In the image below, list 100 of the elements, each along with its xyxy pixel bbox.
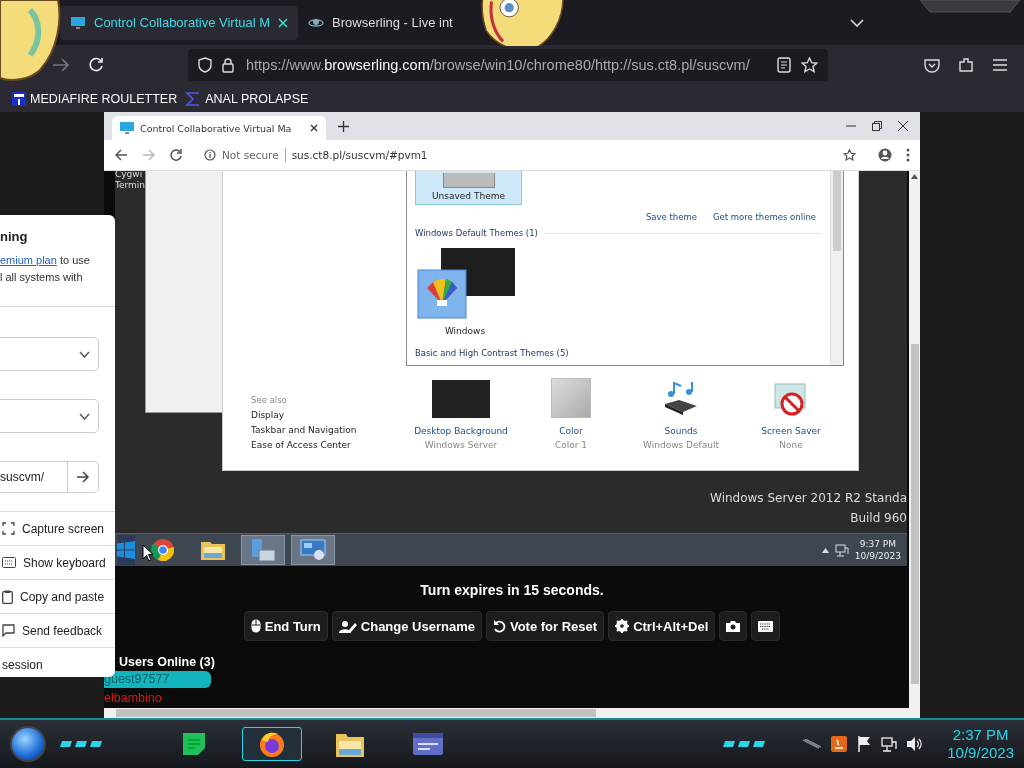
url-text: https://www.browserling.com/browse/win10/chrome80/http://sus.ct8.pl/suscvm/ xyxy=(246,57,750,73)
flag-icon[interactable] xyxy=(857,736,872,752)
desktop-icon-label[interactable]: Cygwi Termin xyxy=(115,171,145,191)
mouse-icon xyxy=(250,619,261,633)
setting-item[interactable]: Desktop Background Windows Server xyxy=(406,378,516,450)
firefox-icon xyxy=(258,730,286,758)
no-symbol-icon xyxy=(773,382,809,418)
url-text: sus.ct8.pl/suscvm/#pvm1 xyxy=(291,149,428,161)
start-orb-icon[interactable] xyxy=(10,726,46,762)
chevron-down-icon xyxy=(79,350,90,358)
scrollbar[interactable] xyxy=(830,171,843,365)
windows-logo-icon xyxy=(117,541,135,559)
user-edit-icon xyxy=(338,619,357,633)
taskbar-button[interactable] xyxy=(242,727,302,761)
undo-icon xyxy=(492,619,506,633)
theme-link[interactable]: Save theme xyxy=(645,212,697,222)
watermark-text: Build 960 xyxy=(850,511,907,525)
theme-tile[interactable]: Windows xyxy=(415,248,515,336)
mouse-cursor-icon xyxy=(142,544,154,562)
panel-menu-item[interactable]: Send feedback xyxy=(0,613,115,647)
chrome-icon xyxy=(151,538,175,562)
upgrade-text: emium plan to use l all systems with xyxy=(0,253,91,285)
scroll-up-icon[interactable] xyxy=(911,174,918,179)
group-heading: Windows Default Themes (1) xyxy=(415,228,538,238)
setting-item[interactable]: Color Color 1 xyxy=(516,378,626,450)
see-also-link[interactable]: Ease of Access Center xyxy=(251,440,406,450)
panel-menu-item[interactable]: Show keyboard xyxy=(0,545,115,579)
turn-status: Turn expires in 15 seconds. xyxy=(419,582,605,598)
see-also-link[interactable]: Taskbar and Navigation xyxy=(251,425,406,435)
camera-icon xyxy=(726,620,741,632)
server-manager-icon xyxy=(250,538,276,562)
watermark-text: Windows Server 2012 R2 Standa xyxy=(710,491,907,505)
reader-view-icon[interactable] xyxy=(777,57,791,73)
panel-menu-item[interactable]: Copy and paste xyxy=(0,579,115,613)
action-button[interactable]: End Turn xyxy=(243,611,328,641)
account-icon[interactable] xyxy=(878,148,892,162)
chevron-down-icon[interactable] xyxy=(850,18,864,27)
bookmark-link[interactable]: MEDIAFIRE ROULETTER xyxy=(12,91,178,106)
back-icon[interactable] xyxy=(114,149,128,161)
close-icon[interactable] xyxy=(898,121,908,131)
scrollbar[interactable] xyxy=(104,708,920,718)
folder-icon xyxy=(200,539,226,561)
lock-icon xyxy=(222,57,234,73)
more-icon[interactable] xyxy=(906,148,910,162)
premium-plan-link[interactable]: emium plan xyxy=(0,254,57,266)
new-tab-icon[interactable] xyxy=(338,120,349,132)
icon-button[interactable] xyxy=(751,611,781,641)
menu-icon[interactable] xyxy=(992,58,1008,72)
browser-tab[interactable]: Control Collaborative Virtual Ma xyxy=(112,116,326,140)
bookmark-link[interactable]: ANAL PROLAPSE xyxy=(185,91,309,106)
taskbar-clock[interactable]: 9:37 PM 10/9/2023 xyxy=(854,538,901,562)
browser-tab[interactable]: Browserling - Live int xyxy=(298,5,463,40)
chevron-down-icon xyxy=(79,412,90,420)
close-icon[interactable] xyxy=(310,124,318,132)
theme-link[interactable]: Get more themes online xyxy=(712,212,816,222)
reload-icon[interactable] xyxy=(170,149,182,161)
see-also-link[interactable]: Display xyxy=(251,410,406,420)
shield-icon xyxy=(198,57,212,73)
gear-icon xyxy=(615,619,630,633)
taskbar-clock[interactable]: 2:37 PM 10/9/2023 xyxy=(947,726,1014,762)
capture-icon xyxy=(2,522,15,535)
action-button[interactable]: Vote for Reset xyxy=(485,611,605,641)
panel-menu-item[interactable]: Capture screen xyxy=(0,511,115,545)
info-icon xyxy=(204,149,216,161)
card-window-icon xyxy=(412,732,444,756)
user-name: elbambino xyxy=(104,691,162,705)
network-icon[interactable] xyxy=(881,736,898,752)
monitor-icon xyxy=(120,122,134,134)
restore-icon[interactable] xyxy=(872,121,882,131)
browser-tab[interactable]: Control Collaborative Virtual M xyxy=(60,5,299,40)
star-icon[interactable] xyxy=(843,149,856,161)
theme-tile[interactable]: Unsaved Theme xyxy=(415,171,522,205)
speech-bubble-icon xyxy=(2,624,15,637)
scrollbar[interactable] xyxy=(909,171,920,708)
action-button[interactable]: Change Username xyxy=(331,611,482,641)
users-heading: Users Online (3) xyxy=(119,655,216,669)
see-also-heading: See also xyxy=(251,395,288,405)
forward-icon[interactable] xyxy=(52,57,70,73)
java-icon[interactable] xyxy=(831,736,848,752)
user-list-item[interactable]: elbambino xyxy=(104,690,211,707)
wallpaper-thumbnail xyxy=(432,380,490,418)
theme-thumbnail xyxy=(442,173,495,188)
sigma-icon xyxy=(185,91,202,106)
color-swatch xyxy=(551,378,591,418)
action-button[interactable]: Ctrl+Alt+Del xyxy=(608,611,716,641)
security-label: Not secure xyxy=(222,149,279,161)
icon-button[interactable] xyxy=(719,611,748,641)
monitor-icon xyxy=(70,15,86,30)
caret-up-icon[interactable] xyxy=(821,547,829,553)
volume-icon[interactable] xyxy=(907,737,924,751)
panel-heading: ning xyxy=(0,229,29,244)
address-bar[interactable]: https://www.browserling.com/browse/win10/chrome80/http://sus.ct8.pl/suscvm/ xyxy=(188,49,828,81)
clipboard-icon xyxy=(2,589,13,604)
network-icon[interactable] xyxy=(834,543,849,557)
bookmark-icon xyxy=(12,91,26,106)
setting-item[interactable]: Sounds Windows Default xyxy=(626,378,736,450)
control-panel-icon xyxy=(300,539,326,561)
notes-app-icon xyxy=(180,730,208,758)
setting-item[interactable]: Screen Saver None xyxy=(736,378,846,450)
pocket-icon[interactable] xyxy=(924,57,940,73)
